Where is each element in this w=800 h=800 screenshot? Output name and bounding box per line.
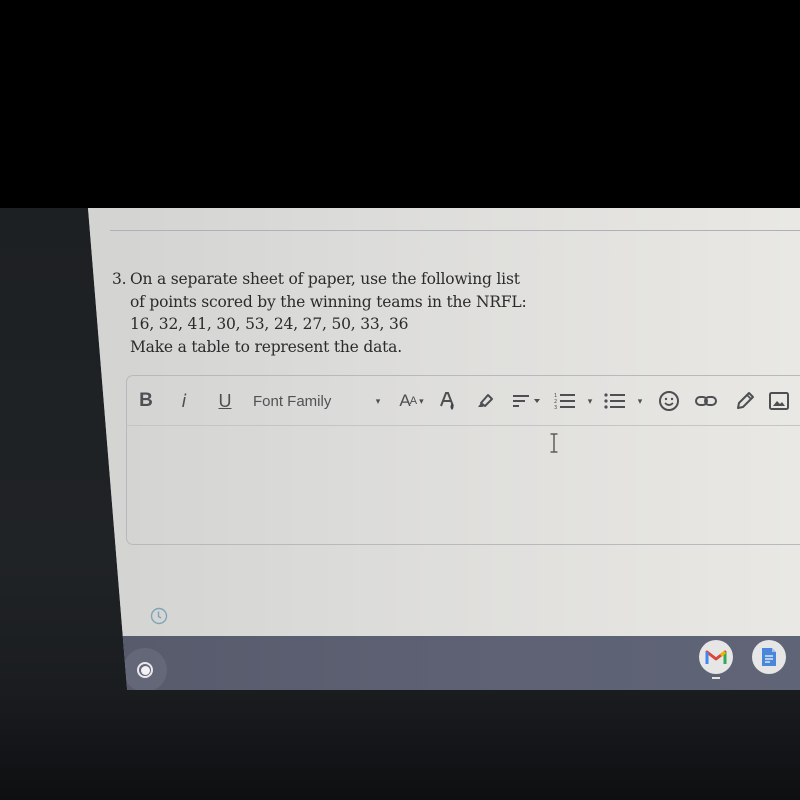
divider	[110, 230, 800, 231]
question-number: 3.	[112, 270, 127, 288]
text-color-icon	[440, 392, 454, 410]
screen-bezel-bottom	[0, 690, 800, 800]
bullet-list-icon	[604, 393, 625, 409]
emoji-icon	[659, 391, 679, 411]
bullet-list-caret-icon[interactable]: ▾	[635, 388, 645, 414]
shelf-app-docs[interactable]	[752, 640, 786, 674]
highlighter-icon	[478, 394, 493, 407]
bold-button[interactable]: B	[135, 388, 157, 414]
emoji-button[interactable]	[657, 388, 681, 414]
highlight-button[interactable]	[473, 388, 495, 414]
running-indicator	[712, 677, 720, 679]
launcher-button[interactable]	[123, 648, 167, 690]
question-instruction: Make a table to represent the data.	[130, 337, 402, 356]
underline-button[interactable]: U	[215, 388, 235, 414]
shelf-app-gmail[interactable]	[699, 640, 733, 674]
ordered-list-button[interactable]: 1 2 3	[553, 388, 577, 414]
question-line-1: 3. On a separate sheet of paper, use the …	[112, 268, 632, 291]
svg-text:3: 3	[554, 405, 557, 411]
align-dropdown[interactable]	[511, 388, 543, 414]
bullet-list-button[interactable]	[603, 388, 627, 414]
docs-icon	[762, 648, 776, 666]
editor-toolbar: B i U Font Family ▾ A A ▾ 1 2 3 ▾ ▾	[127, 376, 800, 426]
pencil-icon	[737, 392, 754, 409]
italic-button[interactable]: i	[177, 388, 191, 414]
history-clock-icon[interactable]	[150, 607, 168, 625]
draw-button[interactable]	[733, 388, 757, 414]
font-size-dropdown[interactable]: A A ▾	[391, 388, 431, 414]
font-family-dropdown[interactable]: Font Family	[253, 388, 393, 414]
gmail-icon	[705, 650, 727, 664]
launcher-icon-dot	[140, 665, 150, 675]
text-color-button[interactable]	[439, 388, 457, 414]
link-icon	[695, 396, 717, 406]
numbered-list-icon: 1 2 3	[554, 393, 575, 411]
ordered-list-caret-icon[interactable]: ▾	[585, 388, 595, 414]
assignment-page: 3. On a separate sheet of paper, use the …	[88, 208, 800, 636]
question-data-list: 16, 32, 41, 30, 53, 24, 27, 50, 33, 36	[130, 315, 409, 333]
image-icon	[769, 392, 789, 410]
text-cursor-icon	[550, 433, 558, 453]
launcher-icon	[137, 662, 153, 678]
font-family-caret-icon[interactable]: ▾	[373, 388, 383, 414]
font-size-icon: A	[399, 391, 410, 410]
insert-link-button[interactable]	[693, 388, 719, 414]
answer-editor: B i U Font Family ▾ A A ▾ 1 2 3 ▾ ▾	[126, 375, 800, 545]
question-3: 3. On a separate sheet of paper, use the …	[112, 268, 632, 358]
insert-image-button[interactable]	[767, 388, 791, 414]
laptop-screen: 3. On a separate sheet of paper, use the …	[88, 208, 800, 690]
chevron-down-icon: ▾	[419, 395, 423, 406]
align-left-icon	[513, 395, 540, 407]
editor-text-area[interactable]	[127, 427, 800, 544]
question-line-2: of points scored by the winning teams in…	[130, 292, 527, 311]
os-shelf	[88, 636, 800, 690]
